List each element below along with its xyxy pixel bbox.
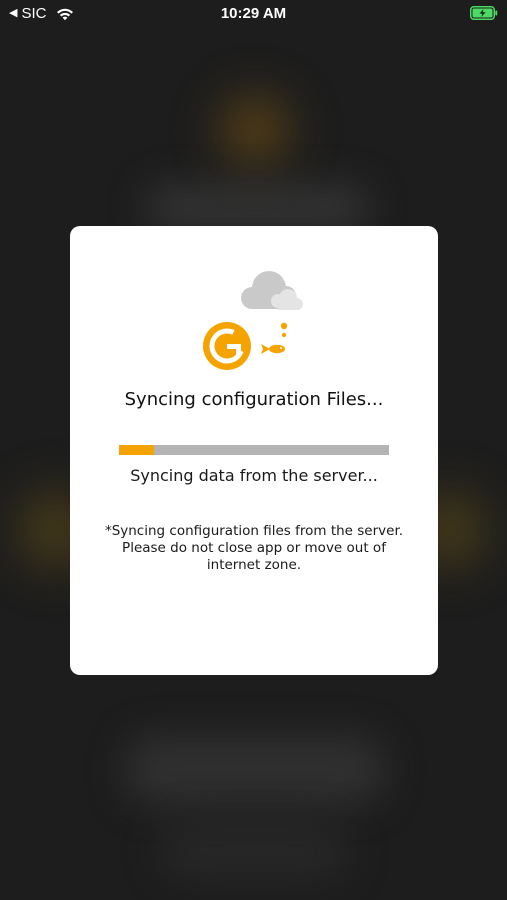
notice-line: Please do not close app or move out of [122,540,386,556]
sync-illustration [70,226,438,376]
logo-icon [203,322,251,370]
progress-fill [119,445,155,455]
dialog-title: Syncing configuration Files... [124,389,384,410]
progress-status-text: Syncing data from the server... [130,466,378,485]
screen: ◀ SIC 10:29 AM Syncing configuration Fil… [0,0,507,900]
background-blur-glow [205,85,305,175]
notice-line: internet zone. [206,557,302,573]
background-blur-shape [125,735,385,805]
fish-icon [261,322,288,354]
background-blur-shape [160,820,350,880]
notice-line: *Syncing configuration files from the se… [104,523,404,539]
cloud-icon [241,271,303,310]
sync-progress-bar [119,445,389,455]
battery-charging-icon [470,6,498,20]
status-bar: ◀ SIC 10:29 AM [0,0,507,28]
background-blur-shape [145,185,370,230]
sync-dialog: Syncing configuration Files... Syncing d… [70,226,438,675]
clock: 10:29 AM [220,5,287,22]
sync-notice: *Syncing configuration files from the se… [88,523,420,574]
